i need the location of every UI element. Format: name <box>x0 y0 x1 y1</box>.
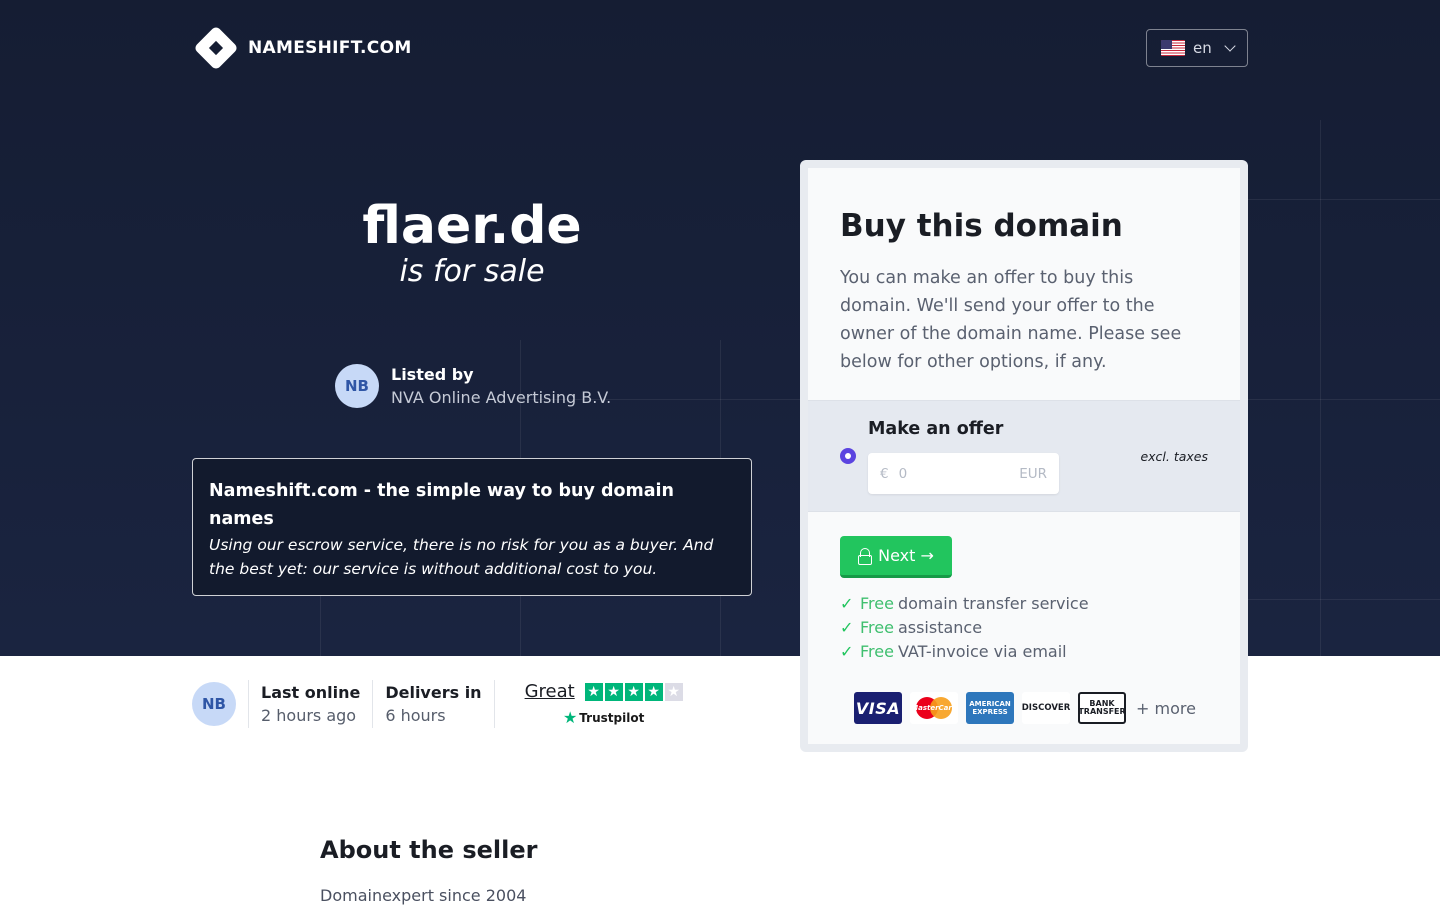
brand-logo[interactable]: NAMESHIFT.COM <box>192 24 412 72</box>
feature-item: ✓ Free assistance <box>840 616 1208 640</box>
seller-stats: NB Last online 2 hours ago Delivers in 6… <box>192 680 683 728</box>
language-selector[interactable]: en <box>1146 29 1248 67</box>
amex-icon: AMERICAN EXPRESS <box>966 692 1014 724</box>
language-code: en <box>1193 39 1212 57</box>
star-icon: ★ <box>664 682 683 701</box>
grid-line <box>1240 199 1440 200</box>
promo-text: Using our escrow service, there is no ri… <box>209 536 714 578</box>
seller-name: NVA Online Advertising B.V. <box>391 388 612 407</box>
last-online-value: 2 hours ago <box>261 706 357 725</box>
trustpilot-brand: ★ Trustpilot <box>563 708 644 727</box>
trust-rating-link[interactable]: Great <box>525 681 575 702</box>
last-online-stat: Last online 2 hours ago <box>248 680 372 728</box>
star-icon: ★ <box>584 682 603 701</box>
visa-icon: VISA <box>854 692 902 724</box>
offer-placeholder: 0 <box>898 465 908 482</box>
payment-methods: VISA MasterCard AMERICAN EXPRESS DISCOVE… <box>840 692 1208 724</box>
for-sale-tagline: is for sale <box>399 254 545 289</box>
star-icon: ★ <box>644 682 663 701</box>
taxes-note: excl. taxes <box>1140 449 1208 464</box>
brand-name: NAMESHIFT.COM <box>248 38 412 58</box>
mastercard-icon: MasterCard <box>910 692 958 724</box>
feature-free: Free <box>860 618 894 637</box>
currency-code: EUR <box>1019 465 1047 482</box>
grid-line <box>1320 120 1321 656</box>
offer-amount-input[interactable]: € 0 EUR <box>868 453 1059 494</box>
feature-text: domain transfer service <box>897 594 1089 613</box>
check-icon: ✓ <box>840 642 854 661</box>
next-button[interactable]: Next → <box>840 536 952 578</box>
us-flag-icon <box>1161 40 1185 56</box>
next-button-label: Next → <box>878 546 934 565</box>
feature-free: Free <box>860 642 894 661</box>
more-payments: + more <box>1136 698 1196 718</box>
delivers-label: Delivers in <box>385 683 482 702</box>
promo-box: Nameshift.com - the simple way to buy do… <box>192 458 752 596</box>
feature-text: VAT-invoice via email <box>897 642 1067 661</box>
seller-avatar: NB <box>335 364 379 408</box>
logo-icon <box>192 24 240 72</box>
check-icon: ✓ <box>840 594 854 613</box>
feature-free: Free <box>860 594 894 613</box>
star-icon: ★ <box>624 682 643 701</box>
discover-icon: DISCOVER <box>1022 692 1070 724</box>
listed-by-label: Listed by <box>391 365 474 384</box>
bank-transfer-icon: BANK TRANSFER <box>1078 692 1126 724</box>
delivers-stat: Delivers in 6 hours <box>372 680 493 728</box>
promo-title: Nameshift.com - the simple way to buy do… <box>209 481 675 529</box>
trustpilot-widget[interactable]: Great ★ ★ ★ ★ ★ ★ Trustpilot <box>493 680 683 728</box>
last-online-label: Last online <box>261 683 361 702</box>
grid-line <box>1240 599 1440 600</box>
listed-by: NB Listed by NVA Online Advertising B.V. <box>335 364 611 408</box>
trustpilot-star-icon: ★ <box>562 708 578 727</box>
lock-icon <box>858 547 873 565</box>
check-icon: ✓ <box>840 618 854 637</box>
feature-item: ✓ Free VAT-invoice via email <box>840 640 1208 664</box>
make-offer-option[interactable]: Make an offer € 0 EUR excl. taxes <box>808 400 1240 512</box>
feature-text: assistance <box>897 618 983 637</box>
card-description: You can make an offer to buy this domain… <box>840 268 1182 372</box>
trust-stars: ★ ★ ★ ★ ★ <box>584 682 683 701</box>
delivers-value: 6 hours <box>385 706 446 725</box>
about-seller-title: About the seller <box>320 836 538 864</box>
seller-avatar: NB <box>192 682 236 726</box>
currency-symbol: € <box>880 465 889 482</box>
star-icon: ★ <box>604 682 623 701</box>
card-title: Buy this domain <box>840 208 1123 244</box>
about-seller-text: Domainexpert since 2004 <box>320 886 527 905</box>
chevron-down-icon <box>1225 43 1235 53</box>
buy-domain-card: Buy this domain You can make an offer to… <box>800 160 1248 752</box>
trustpilot-label: Trustpilot <box>579 710 645 725</box>
feature-item: ✓ Free domain transfer service <box>840 592 1208 616</box>
offer-label: Make an offer <box>868 419 1004 439</box>
domain-name: flaer.de <box>362 196 582 256</box>
feature-list: ✓ Free domain transfer service ✓ Free as… <box>840 592 1208 664</box>
offer-radio[interactable] <box>840 448 856 464</box>
